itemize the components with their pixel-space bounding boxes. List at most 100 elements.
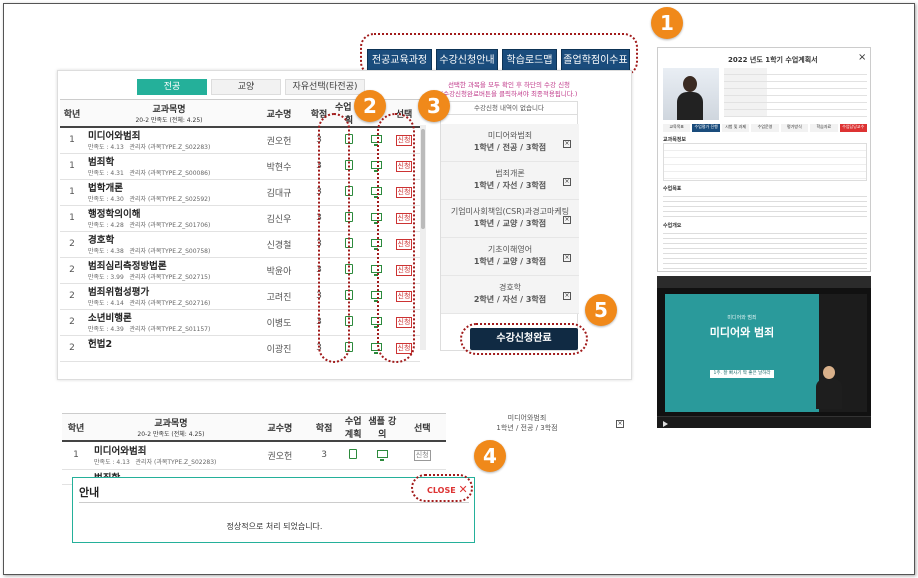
- modal-message: 정상적으로 처리 되었습니다.: [226, 522, 323, 531]
- b-header-credit: 학점: [307, 413, 341, 442]
- cart-item-name: 기초이해영어: [487, 245, 533, 254]
- badge-5: 5: [585, 294, 617, 326]
- remove-icon[interactable]: ×: [563, 140, 571, 148]
- highlight-plan-column: [318, 113, 350, 363]
- course-plan-window: 2022 년도 1학기 수업계획서 × 교육목표 수업평가 진행 시험 및 과제…: [657, 47, 871, 272]
- badge-1: 1: [651, 7, 683, 39]
- tab-free-elective[interactable]: 자유선택(타전공): [285, 79, 365, 95]
- table-scrollbar[interactable]: [420, 125, 426, 350]
- table-row: 2 경호학 만족도 : 4.38 관리자 (과목TYPE.Z_S00758) 신경철 3…: [60, 231, 420, 258]
- close-icon[interactable]: ×: [858, 52, 866, 63]
- b-header-lecture: 샘플 강의: [366, 413, 399, 442]
- video-caption: 1주. 잘 빠사기 짝 좋은 날하라: [710, 370, 774, 378]
- course-name: 행정학의이해: [88, 209, 141, 220]
- satisfaction: 만족도 : 4.39: [88, 326, 124, 333]
- table-row: 1 행정학의이해 만족도 : 4.28 관리자 (과목TYPE.Z_S01706) 김…: [60, 205, 420, 232]
- cart-item-meta: 1학년 / 자선 / 3학점: [473, 181, 547, 190]
- row-professor: 김신우: [254, 205, 304, 232]
- b-header-course: 교과목명 20-2 만족도 (전체: 4.25): [90, 413, 252, 442]
- row-year: 1: [60, 205, 84, 232]
- b-header-professor: 교수명: [251, 413, 308, 442]
- course-name: 경호학: [88, 235, 115, 246]
- row-year: 1: [60, 179, 84, 206]
- cart-item-name: 경호학: [498, 283, 522, 292]
- cart-item-meta: 1학년 / 교양 / 3학점: [473, 257, 547, 266]
- b-header-select: 선택: [398, 413, 446, 442]
- course-name: 법학개론: [88, 183, 123, 194]
- row-professor: 고려진: [254, 283, 304, 310]
- remove-icon[interactable]: ×: [563, 178, 571, 186]
- cart-item-meta: 1학년 / 교양 / 3학점: [473, 219, 547, 228]
- course-name: 소년비행론: [88, 313, 132, 324]
- section-overview: 수업개요: [663, 223, 682, 229]
- remove-icon[interactable]: ×: [563, 292, 571, 300]
- cart-item-name: 범죄개론: [495, 169, 525, 178]
- course-name: 범죄심리측정방법론: [88, 261, 167, 272]
- bottom-cart-item: 미디어와범죄 1학년 / 전공 / 3학점 ×: [496, 414, 624, 432]
- professor-photo: [663, 68, 719, 120]
- remove-icon[interactable]: ×: [616, 420, 624, 428]
- section-goals: 수업목표: [663, 186, 682, 192]
- row-professor: 김대규: [254, 179, 304, 206]
- course-type: 관리자 (과목TYPE.Z_S01706): [129, 222, 211, 229]
- sample-lecture-video[interactable]: 미디어와 범죄 미디어와 범죄 1주. 잘 빠사기 짝 좋은 날하라: [657, 276, 871, 428]
- header-course: 교과목명 20-2 만족도 (전체: 4.25): [84, 99, 254, 128]
- row-course: 행정학의이해만족도 : 4.28 관리자 (과목TYPE.Z_S01706): [84, 205, 254, 232]
- cart-item-meta: 1학년 / 전공 / 3학점: [473, 143, 547, 152]
- satisfaction: 만족도 : 4.13: [88, 144, 124, 152]
- select-button[interactable]: 신청: [413, 449, 431, 461]
- course-type: 관리자 (과목TYPE.Z_S02592): [129, 196, 211, 203]
- remove-icon[interactable]: ×: [563, 216, 571, 224]
- course-plan-tabs: 교육목표 수업평가 진행 시험 및 과제 수업운영 평가방식 학습자료 수업담당…: [663, 124, 867, 132]
- course-name: 범죄학: [88, 157, 115, 168]
- remove-icon[interactable]: ×: [563, 254, 571, 262]
- notice-line-1: 선택한 과목을 모두 확인 후 하단의 수강 신청: [447, 81, 571, 89]
- row-year: 2: [60, 283, 84, 310]
- course-name: 범죄위험성평가: [88, 287, 150, 298]
- video-controls[interactable]: [657, 416, 871, 428]
- row-course: 소년비행론만족도 : 4.39 관리자 (과목TYPE.Z_S01157): [84, 309, 254, 336]
- video-title: 미디어와 범죄: [709, 326, 775, 339]
- badge-2: 2: [354, 90, 386, 122]
- row-course: 법학개론만족도 : 4.30 관리자 (과목TYPE.Z_S02592): [84, 179, 254, 206]
- header-year: 학년: [60, 99, 84, 128]
- tab-liberal-arts[interactable]: 교양: [211, 79, 281, 95]
- plan-icon[interactable]: [349, 448, 358, 459]
- satisfaction: 만족도 : 4.14: [88, 300, 124, 307]
- satisfaction: 만족도 : 4.30: [88, 196, 124, 203]
- course-type: 관리자 (과목TYPE.Z_S02283): [129, 144, 211, 152]
- play-icon[interactable]: [663, 421, 668, 427]
- row-course: 미디어와범죄 만족도 : 4.13 관리자 (과목TYPE.Z_S02283): [84, 127, 254, 154]
- cart-item-meta: 2학년 / 자선 / 3학점: [473, 295, 547, 304]
- b-header-plan: 수업 계획: [340, 413, 367, 442]
- satisfaction: 만족도 : 4.31: [88, 170, 124, 177]
- row-course: 범죄학 만족도 : 4.31 관리자 (과목TYPE.Z_S00086): [84, 153, 254, 180]
- row-professor: 신경철: [254, 231, 304, 258]
- table-row: 2 범죄위험성평가 만족도 : 4.14 관리자 (과목TYPE.Z_S02716)…: [60, 283, 420, 310]
- submit-registration-button[interactable]: 수강신청완료: [470, 328, 578, 350]
- bottom-table-row: 1 미디어와범죄 만족도 : 4.13 관리자 (과목TYPE.Z_S02283…: [62, 441, 446, 470]
- header-professor: 교수명: [254, 99, 304, 128]
- row-year: 2: [60, 257, 84, 284]
- course-name: 헌법2: [88, 339, 113, 350]
- cart-empty-text: 수강신청 내역이 없습니다: [441, 102, 577, 115]
- satisfaction: 만족도 : 4.28: [88, 222, 124, 229]
- table-row: 1 법학개론 만족도 : 4.30 관리자 (과목TYPE.Z_S02592) 김대규…: [60, 179, 420, 206]
- satisfaction: 만족도 : 3.99: [88, 274, 124, 281]
- row-professor: 권오헌: [254, 127, 304, 154]
- course-table: 학년 교과목명 20-2 만족도 (전체: 4.25) 교수명 학점 수업 계획…: [60, 99, 420, 362]
- table-row: 1 미디어와범죄 만족도 : 4.13 관리자 (과목TYPE.Z_S02283) 권…: [60, 127, 420, 154]
- b-header-year: 학년: [62, 413, 91, 442]
- lecture-icon[interactable]: [376, 449, 388, 461]
- row-course: 경호학 만족도 : 4.38 관리자 (과목TYPE.Z_S00758): [84, 231, 254, 258]
- satisfaction: 만족도 : 4.38: [88, 248, 124, 255]
- course-name: 미디어와범죄: [88, 131, 141, 143]
- table-row: 2 헌법2 이광진 3 신청: [60, 335, 420, 362]
- video-slide: 미디어와 범죄 미디어와 범죄 1주. 잘 빠사기 짝 좋은 날하라: [665, 294, 819, 412]
- course-plan-title: 2022 년도 1학기 수업계획서: [728, 56, 818, 64]
- bottom-course-table: 학년 교과목명 20-2 만족도 (전체: 4.25) 교수명 학점 수업 계획…: [62, 413, 446, 485]
- modal-title: 안내: [79, 486, 100, 499]
- course-type: 관리자 (과목TYPE.Z_S01157): [129, 326, 211, 333]
- row-year: 1: [60, 127, 84, 154]
- tab-major[interactable]: 전공: [137, 79, 207, 95]
